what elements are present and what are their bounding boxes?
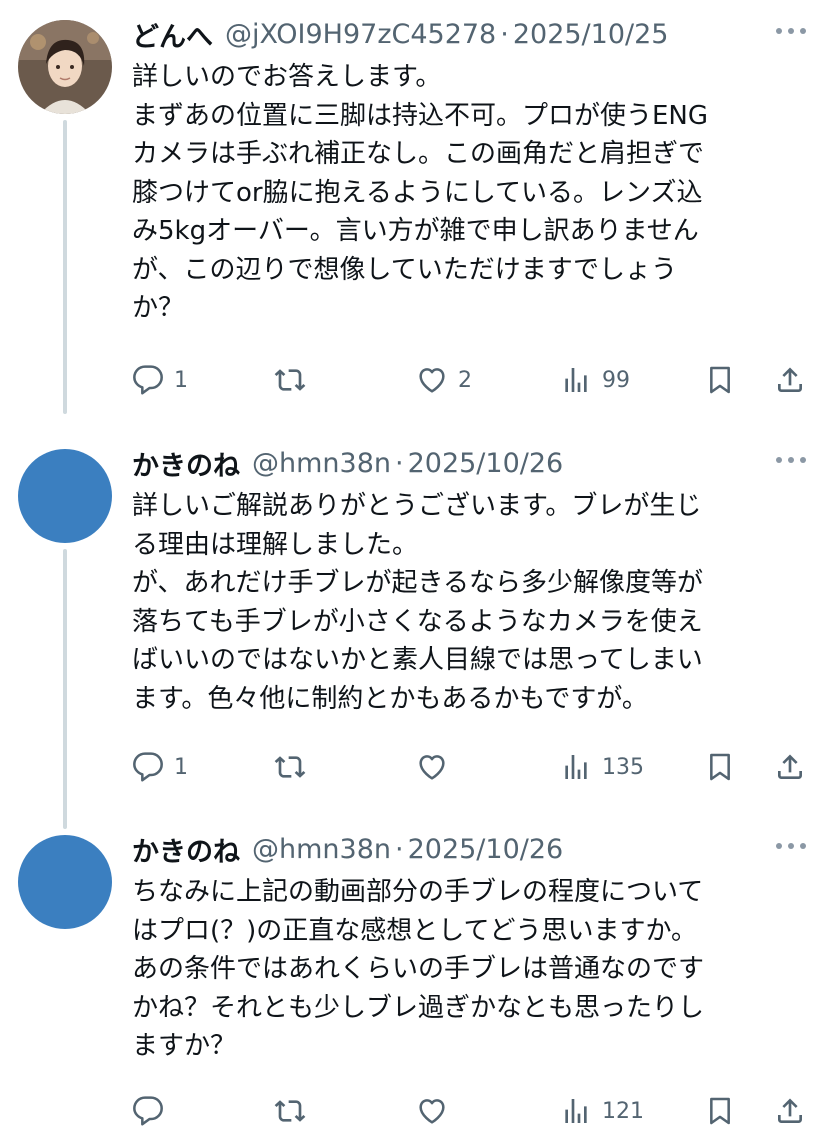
- share-button[interactable]: [774, 1091, 806, 1131]
- text-line: 詳しいのでお答えします。: [132, 62, 442, 92]
- tweet-date[interactable]: 2025/10/25: [513, 19, 669, 50]
- user-handle[interactable]: @jXOI9H97zC45278: [225, 19, 496, 50]
- bookmark-icon: [710, 1097, 730, 1125]
- tweet-text: 詳しいご解説ありがとうございます。ブレが生じ る理由は理解しました。 が、あれだ…: [132, 487, 802, 718]
- views-icon: [565, 755, 587, 779]
- bookmark-button[interactable]: [704, 360, 736, 400]
- share-icon: [778, 367, 802, 392]
- like-button[interactable]: [416, 747, 458, 787]
- text-line: 膝つけてor脇に抱えるようにしている。レンズ込: [132, 177, 703, 208]
- reply-button[interactable]: 1: [132, 360, 188, 400]
- views-count: 99: [602, 367, 630, 393]
- reply-button[interactable]: 1: [132, 747, 188, 787]
- thread-line: [63, 549, 67, 829]
- tweet-text: ちなみに上記の動画部分の手ブレの程度について はプロ(？)の正直な感想としてどう…: [132, 873, 802, 1066]
- text-line: はプロ(？)の正直な感想としてどう思いますか。: [132, 915, 697, 946]
- like-count: 2: [458, 367, 472, 393]
- tweet-text: 詳しいのでお答えします。 まずあの位置に三脚は持込不可。プロが使うENG カメラ…: [132, 58, 802, 328]
- separator: ·: [500, 18, 509, 50]
- text-line: ばいいのではないかと素人目線では思ってしまい: [132, 645, 703, 675]
- views-icon: [565, 1099, 587, 1123]
- text-line: が、あれだけ手ブレが起きるなら多少解像度等が: [132, 568, 703, 598]
- bookmark-button[interactable]: [704, 1091, 736, 1131]
- reply-icon: [133, 1096, 163, 1126]
- bookmark-icon: [710, 753, 730, 781]
- share-icon: [778, 754, 802, 779]
- views-button[interactable]: 99: [560, 360, 630, 400]
- bookmark-button[interactable]: [704, 747, 736, 787]
- retweet-button[interactable]: [274, 360, 316, 400]
- text-line: る理由は理解しました。: [132, 529, 419, 560]
- tweet-date[interactable]: 2025/10/26: [408, 834, 564, 865]
- display-name[interactable]: どんへ: [132, 15, 213, 54]
- like-icon: [419, 1099, 445, 1124]
- share-button[interactable]: [774, 360, 806, 400]
- avatar[interactable]: [18, 20, 112, 114]
- text-line: カメラは手ぶれ補正なし。この画角だと肩担ぎで: [132, 139, 705, 169]
- reply-button[interactable]: [132, 1091, 174, 1131]
- reply-count: 1: [174, 367, 188, 393]
- views-button[interactable]: 121: [560, 1091, 644, 1131]
- text-line: かね？それとも少しブレ過ぎかなとも思ったりし: [132, 992, 705, 1023]
- action-bar: 1 2 99: [0, 360, 828, 400]
- text-line: ますか？: [132, 1031, 237, 1061]
- tweet[interactable]: かきのね @hmn38n · 2025/10/26 詳しいご解説ありがとうござい…: [0, 443, 828, 829]
- views-icon: [565, 368, 587, 392]
- more-icon[interactable]: [776, 455, 806, 465]
- avatar[interactable]: [18, 449, 112, 543]
- text-line: ちなみに上記の動画部分の手ブレの程度について: [132, 877, 704, 907]
- tweet-header: かきのね @hmn38n · 2025/10/26: [132, 443, 563, 483]
- retweet-button[interactable]: [274, 1091, 316, 1131]
- text-line: 詳しいご解説ありがとうございます。ブレが生じ: [132, 491, 702, 521]
- tweet[interactable]: かきのね @hmn38n · 2025/10/26 ちなみに上記の動画部分の手ブ…: [0, 829, 828, 1148]
- like-button[interactable]: [416, 1091, 458, 1131]
- text-line: まずあの位置に三脚は持込不可。プロが使うENG: [132, 100, 709, 131]
- like-button[interactable]: 2: [416, 360, 472, 400]
- text-line: ます。色々他に制約とかもあるかもですが。: [132, 683, 648, 714]
- bookmark-icon: [710, 366, 730, 394]
- tweet-date[interactable]: 2025/10/26: [408, 448, 564, 479]
- text-line: み5kgオーバー。言い方が雑で申し訳ありません: [132, 216, 699, 246]
- views-count: 135: [602, 754, 644, 780]
- reply-icon: [133, 752, 163, 782]
- like-icon: [419, 368, 445, 393]
- retweet-icon: [274, 1100, 306, 1122]
- share-button[interactable]: [774, 747, 806, 787]
- avatar[interactable]: [18, 835, 112, 929]
- reply-icon: [133, 365, 163, 395]
- views-count: 121: [602, 1098, 644, 1124]
- text-line: あの条件ではあれくらいの手ブレは普通なのです: [132, 954, 705, 984]
- retweet-icon: [274, 369, 306, 391]
- text-line: 落ちても手ブレが小さくなるようなカメラを使え: [132, 606, 703, 637]
- more-icon[interactable]: [776, 841, 806, 851]
- text-line: か？: [132, 293, 185, 323]
- display-name[interactable]: かきのね: [132, 444, 240, 483]
- separator: ·: [395, 447, 404, 479]
- separator: ·: [395, 833, 404, 865]
- reply-count: 1: [174, 754, 188, 780]
- display-name[interactable]: かきのね: [132, 830, 240, 869]
- action-bar: 121: [0, 1091, 828, 1131]
- like-icon: [419, 755, 445, 780]
- tweet-header: かきのね @hmn38n · 2025/10/26: [132, 829, 563, 869]
- tweet[interactable]: どんへ @jXOI9H97zC45278 · 2025/10/25 詳しいのでお…: [0, 14, 828, 414]
- retweet-button[interactable]: [274, 747, 316, 787]
- share-icon: [778, 1098, 802, 1123]
- user-handle[interactable]: @hmn38n: [252, 448, 391, 479]
- user-handle[interactable]: @hmn38n: [252, 834, 391, 865]
- retweet-icon: [274, 756, 306, 778]
- tweet-header: どんへ @jXOI9H97zC45278 · 2025/10/25: [132, 14, 668, 54]
- action-bar: 1 135: [0, 747, 828, 787]
- text-line: が、この辺りで想像していただけますでしょう: [132, 254, 677, 285]
- views-button[interactable]: 135: [560, 747, 644, 787]
- more-icon[interactable]: [776, 26, 806, 36]
